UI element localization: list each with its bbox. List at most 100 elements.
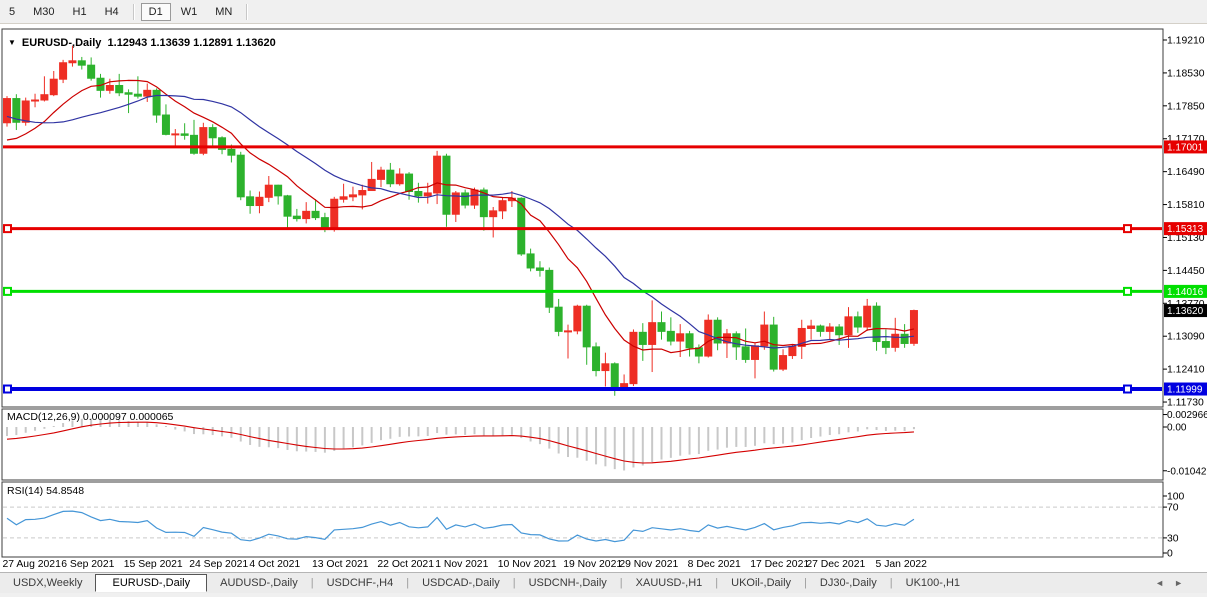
candle-body: [498, 200, 507, 212]
rsi-axis: 10070 30 0: [1163, 492, 1185, 560]
date-label: 4 Oct 2021: [249, 559, 300, 570]
price-tick-label: 1.13090: [1167, 332, 1205, 343]
candle-body: [835, 326, 844, 336]
candle-body: [68, 60, 77, 64]
date-label: 13 Oct 2021: [312, 559, 369, 570]
candle-body: [554, 306, 563, 332]
candle-body: [601, 363, 610, 372]
candle-body: [844, 316, 853, 336]
date-axis: 27 Aug 2021 6 Sep 2021 15 Sep 2021 24 Sep 2…: [3, 559, 928, 570]
candle-body: [872, 305, 881, 343]
ma-fast-line: [6, 79, 915, 354]
tab-usdcad-daily[interactable]: USDCAD-,Daily: [409, 576, 513, 590]
hline-handle[interactable]: [1123, 224, 1132, 234]
chart-ohlc-values: 1.12943 1.13639 1.12891 1.13620: [107, 37, 276, 49]
tab-usdchf-h4[interactable]: USDCHF-,H4: [314, 576, 407, 590]
macd-tick-label: -0.010422: [1167, 466, 1207, 477]
macd-indicator-label: MACD(12,26,9) 0.000097 0.000065: [7, 411, 173, 423]
candle-body: [760, 324, 769, 347]
candle-body: [367, 178, 376, 192]
hline-handle[interactable]: [1123, 286, 1132, 296]
macd-histogram: [6, 418, 915, 471]
candle-body: [330, 198, 339, 230]
ma-slow-line: [6, 94, 915, 349]
candle-body: [788, 345, 797, 357]
price-label-1.14016-text: 1.14016: [1167, 287, 1204, 298]
tab-dj30-daily[interactable]: DJ30-,Daily: [807, 576, 890, 590]
candle-body: [685, 333, 694, 349]
candle-body: [900, 333, 909, 344]
candle-body: [470, 189, 479, 206]
candle-body: [395, 173, 404, 185]
candle-body: [909, 310, 918, 344]
tab-audusd-daily[interactable]: AUDUSD-,Daily: [207, 576, 311, 590]
candle-body: [489, 210, 498, 218]
candle-body: [741, 346, 750, 360]
hline-handle[interactable]: [3, 224, 12, 234]
tab-ukoil-daily[interactable]: UKOil-,Daily: [718, 576, 804, 590]
price-label-1.17001-text: 1.17001: [1167, 142, 1204, 153]
candle-body: [302, 210, 311, 220]
macd-tick-label: 0.00: [1167, 423, 1187, 434]
candle-body: [49, 78, 58, 96]
candle-body: [629, 331, 638, 385]
candlestick-series: [3, 45, 918, 396]
date-label: 8 Dec 2021: [688, 559, 741, 570]
current-price-label-text: 1.13620: [1167, 306, 1204, 317]
chart-title: ▼ EURUSD-,Daily 1.12943 1.13639 1.12891 1…: [8, 37, 276, 49]
candle-body: [423, 192, 432, 197]
date-label: 15 Sep 2021: [124, 559, 183, 570]
price-tick-label: 1.17850: [1167, 101, 1205, 112]
macd-values: 0.000097 0.000065: [82, 411, 174, 423]
tab-usdcnh-daily[interactable]: USDCNH-,Daily: [516, 576, 620, 590]
tab-eurusd-daily[interactable]: EURUSD-,Daily: [95, 573, 208, 592]
hline-handle[interactable]: [3, 384, 12, 394]
candle-body: [348, 194, 357, 198]
candle-body: [208, 127, 217, 139]
candle-body: [769, 324, 778, 370]
tab-xauusd-h1[interactable]: XAUUSD-,H1: [623, 576, 716, 590]
tab-scroll-right-icon[interactable]: ►: [1174, 578, 1193, 588]
candle-body: [377, 169, 385, 180]
date-label: 19 Nov 2021: [563, 559, 622, 570]
hline-handle[interactable]: [1123, 384, 1132, 394]
candle-body: [676, 333, 685, 342]
price-panel-border: [1, 28, 1164, 408]
candle-body: [320, 217, 329, 230]
hline-handle[interactable]: [3, 286, 12, 296]
candle-body: [863, 305, 872, 328]
candle-body: [40, 94, 49, 101]
candle-body: [573, 305, 582, 332]
candle-body: [264, 184, 273, 198]
candle-body: [526, 253, 535, 269]
candle-body: [638, 331, 647, 345]
price-tick-label: 1.15810: [1167, 200, 1205, 211]
candle-body: [180, 133, 189, 136]
rsi-tick-label: 100: [1167, 492, 1185, 503]
candle-body: [133, 93, 142, 97]
candle-body: [87, 64, 96, 79]
candle-body: [292, 215, 301, 220]
candle-body: [779, 355, 788, 370]
date-label: 29 Nov 2021: [619, 559, 678, 570]
candle-body: [236, 154, 245, 198]
candle-body: [246, 196, 255, 207]
candle-body: [274, 184, 283, 197]
candle-body: [545, 269, 554, 308]
tab-usdx-weekly[interactable]: USDX,Weekly: [0, 576, 95, 590]
rsi-tick-label: 70: [1167, 503, 1179, 514]
candle-body: [115, 84, 124, 94]
date-label: 6 Sep 2021: [61, 559, 114, 570]
rsi-value: 54.8548: [46, 485, 85, 497]
tab-uk100-h1[interactable]: UK100-,H1: [893, 576, 973, 590]
symbol-dropdown-icon[interactable]: ▼: [8, 38, 16, 47]
candle-body: [59, 62, 68, 80]
rsi-tick-label: 0: [1167, 549, 1173, 560]
candle-body: [339, 196, 348, 200]
price-tick-label: 1.19210: [1167, 36, 1205, 47]
candle-body: [704, 319, 713, 357]
macd-axis: 0.002966 0.00 -0.010422: [1163, 410, 1207, 477]
macd-signal-line: [6, 421, 914, 464]
tab-scroll-left-icon[interactable]: ◄: [1155, 578, 1174, 588]
candle-body: [414, 190, 423, 197]
